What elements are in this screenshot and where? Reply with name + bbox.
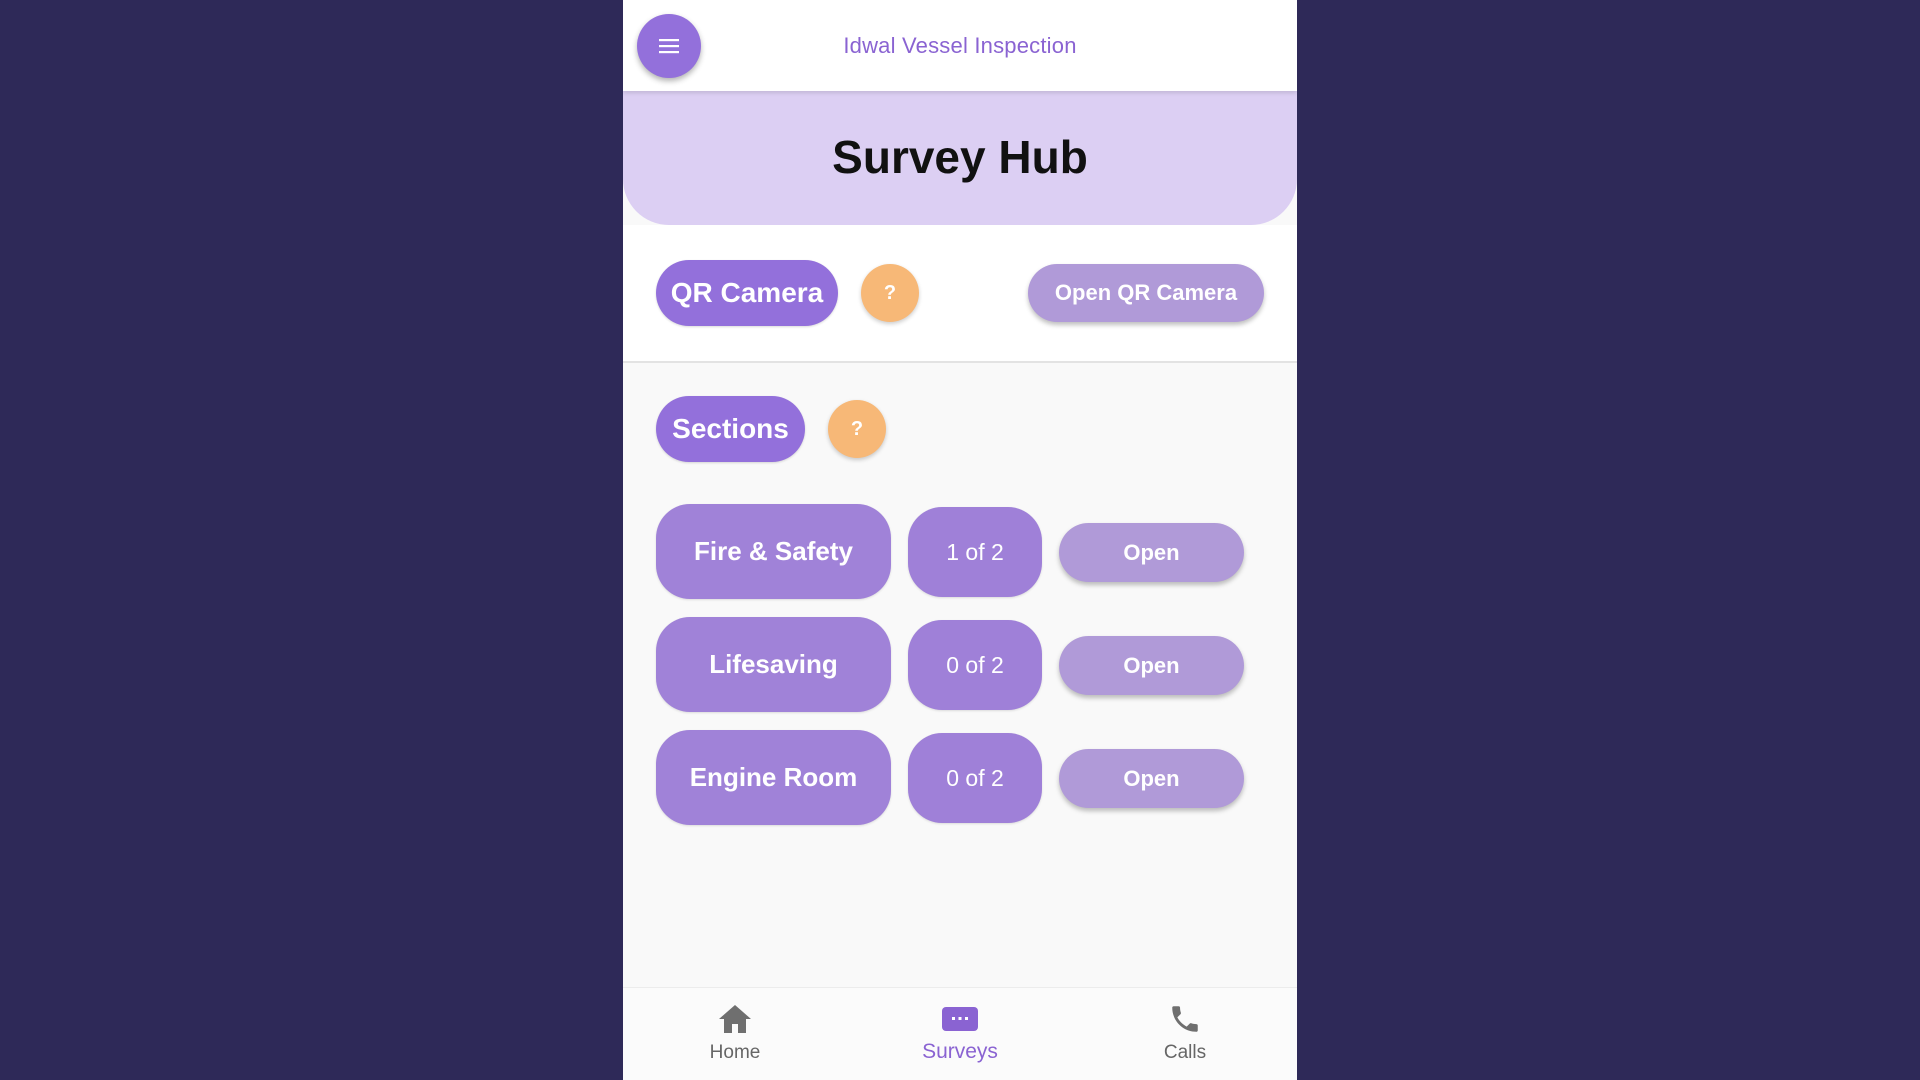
section-progress-fire-safety: 1 of 2 [908,507,1042,597]
surveys-icon [942,1007,978,1031]
section-name-fire-safety: Fire & Safety [656,504,891,599]
open-section-lifesaving-button[interactable]: Open [1059,636,1244,695]
section-name-lifesaving: Lifesaving [656,617,891,712]
open-section-fire-safety-button[interactable]: Open [1059,523,1244,582]
qr-camera-label: QR Camera [656,260,838,326]
page-title: Survey Hub [832,131,1088,183]
phone-icon [1172,1006,1198,1032]
home-icon [719,1005,751,1033]
open-qr-camera-button[interactable]: Open QR Camera [1028,264,1264,322]
qr-camera-section: QR Camera ? Open QR Camera [623,225,1297,363]
phone-screen: Idwal Vessel Inspection Survey Hub QR Ca… [623,0,1297,1080]
sections-label: Sections [656,396,805,462]
section-name-engine-room: Engine Room [656,730,891,825]
section-progress-engine-room: 0 of 2 [908,733,1042,823]
app-bar: Idwal Vessel Inspection [623,0,1297,91]
page-header: Survey Hub [623,91,1297,225]
nav-label-surveys: Surveys [922,1040,998,1063]
nav-item-surveys[interactable]: Surveys [848,988,1072,1080]
section-progress-lifesaving: 0 of 2 [908,620,1042,710]
app-title: Idwal Vessel Inspection [843,32,1077,58]
qr-help-button[interactable]: ? [861,264,919,322]
nav-item-calls[interactable]: Calls [1073,988,1297,1080]
sections-help-button[interactable]: ? [828,400,886,458]
open-section-engine-room-button[interactable]: Open [1059,749,1244,808]
nav-label-calls: Calls [1163,1042,1207,1063]
nav-item-home[interactable]: Home [623,988,847,1080]
bottom-navigation: Home Surveys Calls [623,987,1297,1080]
nav-label-home: Home [709,1042,761,1063]
